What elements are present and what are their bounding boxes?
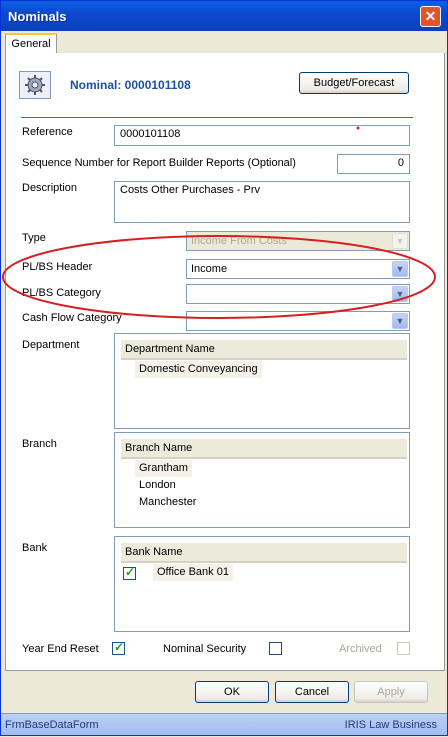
- close-icon: ✕: [424, 8, 437, 24]
- checkmark-icon: ✓: [125, 565, 136, 579]
- list-item[interactable]: Grantham: [135, 460, 192, 477]
- branch-list[interactable]: Branch Name Grantham London Manchester: [114, 432, 410, 528]
- status-form-name: FrmBaseDataForm: [5, 719, 99, 731]
- close-button[interactable]: ✕: [420, 6, 441, 27]
- apply-button: Apply: [354, 681, 428, 703]
- nominal-title: Nominal: 0000101108: [70, 78, 191, 92]
- branch-column-header[interactable]: Branch Name: [121, 439, 407, 459]
- plbs-header-value: Income: [191, 263, 228, 275]
- title-bar[interactable]: Nominals ✕: [1, 1, 447, 31]
- description-label: Description: [22, 182, 78, 194]
- window-title: Nominals: [8, 9, 67, 24]
- bank-item-checkbox[interactable]: ✓: [123, 565, 136, 580]
- checkmark-icon: ✓: [114, 640, 125, 654]
- branch-label: Branch: [22, 438, 57, 450]
- nominal-icon: [19, 71, 51, 99]
- year-end-reset-checkbox[interactable]: ✓: [112, 640, 125, 655]
- type-value: Income From Costs: [191, 235, 287, 247]
- gear-icon: [25, 75, 45, 95]
- plbs-category-label: PL/BS Category: [22, 287, 101, 299]
- budget-forecast-button[interactable]: Budget/Forecast: [299, 72, 409, 94]
- reference-label: Reference: [22, 126, 73, 138]
- nominal-security-label: Nominal Security: [163, 643, 247, 655]
- plbs-category-combo[interactable]: ▼: [186, 284, 410, 304]
- ok-button[interactable]: OK: [195, 681, 269, 703]
- bank-label: Bank: [22, 542, 48, 554]
- header-divider: [21, 117, 413, 118]
- bank-list[interactable]: Bank Name ✓ Office Bank 01: [114, 536, 410, 632]
- bank-column-header[interactable]: Bank Name: [121, 543, 407, 563]
- archived-checkbox: [397, 642, 410, 655]
- nominal-security-checkbox[interactable]: [269, 642, 282, 655]
- dropdown-arrow-icon[interactable]: ▼: [392, 261, 408, 277]
- dropdown-arrow-icon[interactable]: ▼: [392, 313, 408, 329]
- list-item[interactable]: Office Bank 01: [153, 564, 233, 581]
- plbs-header-label: PL/BS Header: [22, 261, 93, 273]
- description-input[interactable]: Costs Other Purchases - Prv: [114, 181, 410, 223]
- sequence-input[interactable]: 0: [337, 154, 410, 174]
- tab-general[interactable]: General: [5, 33, 57, 54]
- tab-strip: General: [5, 31, 445, 54]
- type-label: Type: [22, 232, 46, 244]
- plbs-header-combo[interactable]: Income ▼: [186, 259, 410, 279]
- status-bar: FrmBaseDataForm IRIS Law Business: [1, 713, 447, 735]
- cashflow-label: Cash Flow Category: [22, 312, 122, 324]
- type-combo: Income From Costs ▼: [186, 231, 410, 251]
- department-column-header[interactable]: Department Name: [121, 340, 407, 360]
- dropdown-arrow-icon[interactable]: ▼: [392, 286, 408, 302]
- list-item[interactable]: London: [135, 477, 180, 494]
- nominals-window: Nominals ✕ General Nominal: 0000101108 B…: [0, 0, 448, 736]
- dropdown-arrow-icon: ▼: [392, 233, 408, 249]
- status-product-name: IRIS Law Business: [344, 719, 437, 731]
- list-item[interactable]: Manchester: [135, 494, 200, 511]
- year-end-reset-label: Year End Reset: [22, 643, 99, 655]
- archived-label: Archived: [339, 643, 382, 655]
- department-list[interactable]: Department Name Domestic Conveyancing: [114, 333, 410, 429]
- cancel-button[interactable]: Cancel: [275, 681, 349, 703]
- sequence-label: Sequence Number for Report Builder Repor…: [22, 157, 296, 169]
- list-item[interactable]: Domestic Conveyancing: [135, 361, 262, 378]
- cashflow-combo[interactable]: ▼: [186, 311, 410, 331]
- reference-input[interactable]: 0000101108: [114, 125, 410, 146]
- department-label: Department: [22, 339, 80, 351]
